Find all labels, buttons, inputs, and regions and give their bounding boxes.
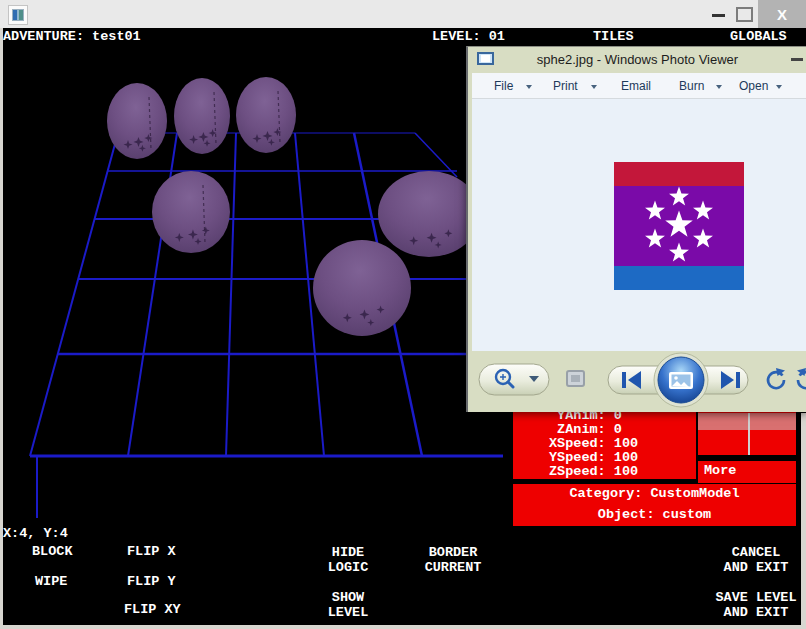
wipe-button[interactable]: WIPE [35,575,67,589]
menu-print[interactable]: Print [553,79,578,93]
flip-x-button[interactable]: FLIP X [127,545,176,559]
rotate-clockwise-button[interactable] [797,368,806,388]
more-button[interactable]: More [698,461,796,483]
category-label[interactable]: Category: CustomModel [513,487,796,501]
maximize-button[interactable] [736,7,753,22]
flip-y-button[interactable]: FLIP Y [127,575,176,589]
show-level-button[interactable]: SHOW LEVEL [320,590,376,620]
minimize-button[interactable] [712,14,725,17]
screen: X ADVENT [0,0,806,629]
menu-email[interactable]: Email [621,79,651,93]
fit-to-window-button[interactable] [567,371,584,386]
block-button[interactable]: BLOCK [32,545,73,559]
cancel-and-exit-button[interactable]: CANCEL AND EXIT [714,545,798,575]
photo-viewer-menubar: File Print Email Burn Open [472,73,806,99]
save-level-and-exit-button[interactable]: SAVE LEVEL AND EXIT [714,590,798,620]
tiles-button[interactable]: TILES [593,30,634,44]
window-border-left [0,28,3,629]
object-anim-speed-values[interactable]: YAnim: 0 ZAnim: 0 XSpeed: 100 YSpeed: 10… [549,409,638,479]
level-label[interactable]: LEVEL: 01 [432,30,505,44]
photo-viewer-content [472,99,806,351]
sphere-object[interactable] [152,171,230,253]
photo-viewer-title: sphe2.jpg - Windows Photo Viewer [468,52,806,67]
photo-viewer-window: sphe2.jpg - Windows Photo Viewer File Pr… [466,46,806,412]
more-label: More [704,464,736,478]
menu-file[interactable]: File [494,79,513,93]
photo-viewer-toolbar [468,351,806,413]
flip-xy-button[interactable]: FLIP XY [124,603,181,617]
sphere-object[interactable] [378,171,480,257]
object-label[interactable]: Object: custom [513,508,796,522]
window-border-bottom [0,625,806,629]
chevron-down-icon[interactable] [716,85,722,89]
menu-burn[interactable]: Burn [679,79,704,93]
sphere-object[interactable] [107,83,167,159]
object-category-panel: Category: CustomModel Object: custom [513,484,796,526]
scroll-indicator-line [748,413,750,455]
menu-open[interactable]: Open [739,79,768,93]
app-icon-picture [12,9,24,21]
play-slideshow-button[interactable] [654,353,708,407]
sphere-object[interactable] [313,240,411,336]
rotate-counterclockwise-button[interactable] [768,368,785,388]
app-icon[interactable] [8,5,28,25]
chevron-down-icon[interactable] [591,85,597,89]
flag-stars [614,162,744,290]
photo-viewer-minimize-button[interactable] [791,58,803,61]
window-border-right [801,413,806,629]
sphere-object[interactable] [174,78,230,154]
hide-logic-button[interactable]: HIDE LOGIC [320,545,376,575]
chevron-down-icon[interactable] [526,85,532,89]
globals-button[interactable]: GLOBALS [730,30,787,44]
object-properties-panel: YAnim: 0 ZAnim: 0 XSpeed: 100 YSpeed: 10… [513,403,696,479]
chevron-down-icon[interactable] [776,85,782,89]
zoom-pill [479,364,549,395]
close-button[interactable]: X [758,0,806,28]
adventure-label: ADVENTURE: test01 [3,30,141,44]
photo-viewer-icon [477,52,494,65]
sphere-object[interactable] [236,77,296,153]
border-current-button[interactable]: BORDER CURRENT [422,545,484,575]
photo-image [614,162,744,290]
cursor-coordinates: X:4, Y:4 [3,527,68,541]
scroll-highlight [698,413,796,430]
app-titlebar: X [0,0,806,28]
